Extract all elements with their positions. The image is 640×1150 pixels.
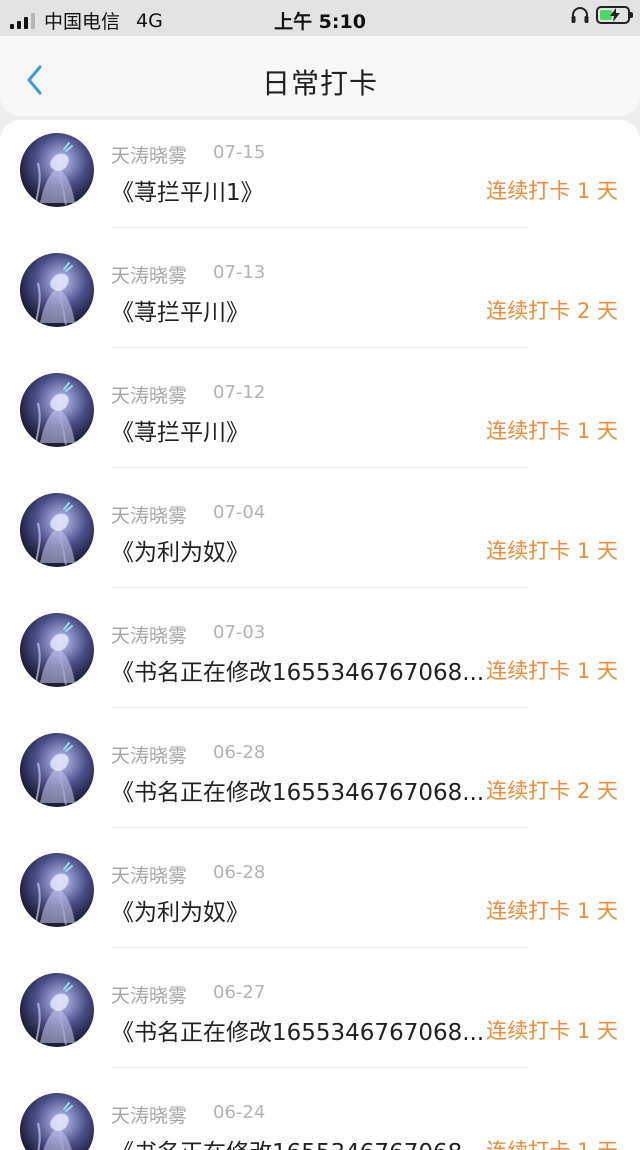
user-name: 天涛晓雾 — [111, 985, 188, 1007]
checkin-date: 06-24 — [213, 1102, 266, 1123]
book-title[interactable]: 《荨拦平川》 — [111, 413, 493, 447]
checkin-date: 07-03 — [213, 622, 266, 643]
divider — [111, 347, 529, 348]
clock: 上午 5:10 — [274, 11, 366, 33]
avatar[interactable] — [20, 973, 94, 1047]
checkin-date: 06-27 — [213, 982, 266, 1003]
divider — [111, 827, 529, 828]
checkin-date: 06-28 — [213, 862, 266, 883]
book-title[interactable]: 《荨拦平川》 — [111, 293, 493, 327]
checkin-item[interactable]: 天涛晓雾 07-15 《荨拦平川1》 连续打卡 1 天 — [0, 120, 640, 240]
checkin-item[interactable]: 天涛晓雾 06-27 《书名正在修改1655346767068... 连续打卡 … — [0, 960, 640, 1080]
streak-badge: 连续打卡 1 天 — [486, 539, 618, 563]
streak-badge: 连续打卡 1 天 — [486, 1135, 618, 1150]
streak-badge: 连续打卡 1 天 — [486, 899, 618, 923]
status-bar: 中国电信 4G 上午 5:10 — [0, 0, 640, 36]
user-name: 天涛晓雾 — [111, 1105, 188, 1127]
headphones-icon — [571, 7, 589, 23]
book-title[interactable]: 《为利为奴》 — [111, 533, 493, 567]
divider — [111, 227, 529, 228]
streak-badge: 连续打卡 2 天 — [486, 299, 618, 323]
divider — [111, 947, 529, 948]
checkin-date: 07-12 — [213, 382, 266, 403]
checkin-item[interactable]: 天涛晓雾 07-12 《荨拦平川》 连续打卡 1 天 — [0, 360, 640, 480]
user-name: 天涛晓雾 — [111, 145, 188, 167]
page-title: 日常打卡 — [261, 67, 378, 100]
checkin-item[interactable]: 天涛晓雾 06-28 《为利为奴》 连续打卡 1 天 — [0, 840, 640, 960]
book-title[interactable]: 《书名正在修改1655346767068... — [111, 1133, 493, 1150]
status-right — [570, 6, 633, 24]
user-name: 天涛晓雾 — [111, 385, 188, 407]
checkin-item[interactable]: 天涛晓雾 06-28 《书名正在修改1655346767068... 连续打卡 … — [0, 720, 640, 840]
user-name: 天涛晓雾 — [111, 265, 188, 287]
checkin-date: 07-13 — [213, 262, 266, 283]
streak-badge: 连续打卡 1 天 — [486, 419, 618, 443]
checkin-item[interactable]: 天涛晓雾 07-04 《为利为奴》 连续打卡 1 天 — [0, 480, 640, 600]
user-name: 天涛晓雾 — [111, 505, 188, 527]
nav-header: 日常打卡 — [0, 36, 640, 116]
book-title[interactable]: 《书名正在修改1655346767068... — [111, 1013, 493, 1047]
streak-badge: 连续打卡 2 天 — [486, 779, 618, 803]
streak-badge: 连续打卡 1 天 — [486, 659, 618, 683]
book-title[interactable]: 《荨拦平川1》 — [111, 173, 493, 207]
avatar[interactable] — [20, 1093, 94, 1150]
divider — [111, 707, 529, 708]
user-name: 天涛晓雾 — [111, 625, 188, 647]
checkin-item[interactable]: 天涛晓雾 07-03 《书名正在修改1655346767068... 连续打卡 … — [0, 600, 640, 720]
book-title[interactable]: 《书名正在修改1655346767068... — [111, 653, 493, 687]
checkin-item[interactable]: 天涛晓雾 07-13 《荨拦平川》 连续打卡 2 天 — [0, 240, 640, 360]
checkin-date: 07-04 — [213, 502, 266, 523]
divider — [111, 587, 529, 588]
streak-badge: 连续打卡 1 天 — [486, 1019, 618, 1043]
avatar[interactable] — [20, 253, 94, 327]
avatar[interactable] — [20, 133, 94, 207]
avatar[interactable] — [20, 493, 94, 567]
book-title[interactable]: 《为利为奴》 — [111, 893, 493, 927]
avatar[interactable] — [20, 613, 94, 687]
checkin-date: 06-28 — [213, 742, 266, 763]
checkin-date: 07-15 — [213, 142, 266, 163]
divider — [111, 467, 529, 468]
book-title[interactable]: 《书名正在修改1655346767068... — [111, 773, 493, 807]
streak-badge: 连续打卡 1 天 — [486, 179, 618, 203]
divider — [111, 1067, 529, 1068]
user-name: 天涛晓雾 — [111, 865, 188, 887]
checkin-item[interactable]: 天涛晓雾 06-24 《书名正在修改1655346767068... 连续打卡 … — [0, 1080, 640, 1150]
avatar[interactable] — [20, 373, 94, 447]
checkin-list: 天涛晓雾 07-15 《荨拦平川1》 连续打卡 1 天 天涛晓雾 07-13 《… — [0, 120, 640, 1150]
battery-icon — [596, 6, 633, 24]
user-name: 天涛晓雾 — [111, 745, 188, 767]
avatar[interactable] — [20, 853, 94, 927]
avatar[interactable] — [20, 733, 94, 807]
